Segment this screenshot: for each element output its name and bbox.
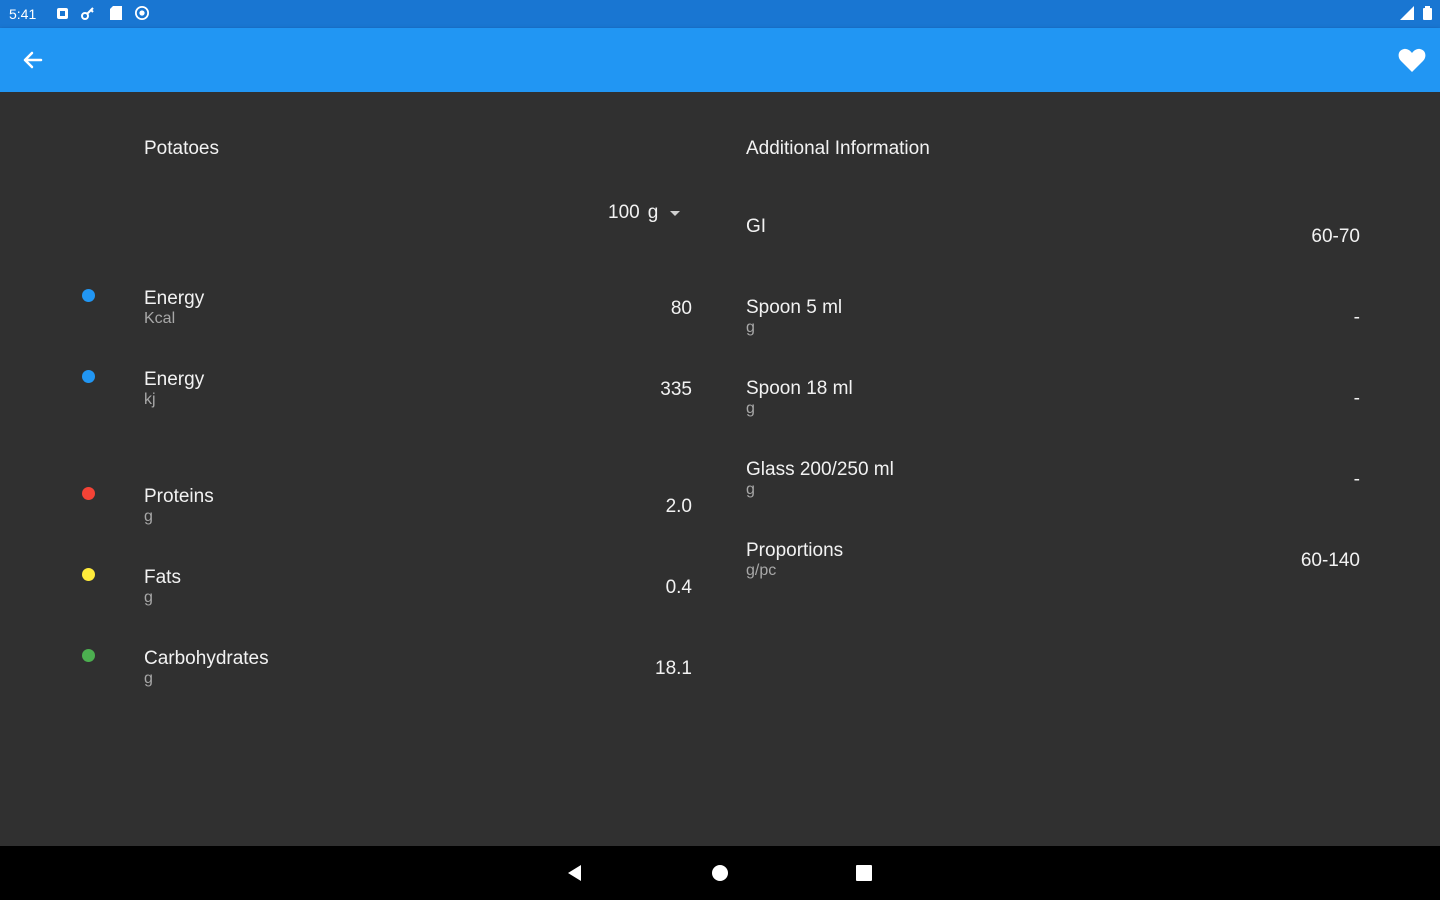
nutrient-row-fats: Fats g 0.4 (0, 567, 720, 627)
signal-icon (1400, 6, 1414, 20)
nutrient-value: 80 (670, 298, 692, 319)
color-dot (82, 568, 95, 581)
food-title: Potatoes (144, 138, 219, 159)
system-nav-bar (0, 846, 1440, 900)
info-unit: g (746, 400, 755, 417)
nav-back-button[interactable] (562, 860, 588, 886)
nutrient-value: 335 (660, 379, 692, 400)
nav-recents-button[interactable] (851, 860, 877, 886)
info-unit: g (746, 481, 755, 498)
info-row-spoon-5ml: Spoon 5 ml g - (746, 297, 1360, 357)
favorite-button[interactable] (1394, 42, 1430, 78)
status-bar: 5:41 (0, 0, 1440, 28)
info-row-gi: GI 60-70 (746, 216, 1360, 276)
info-value: - (1353, 469, 1360, 490)
info-value: - (1353, 388, 1360, 409)
nutrient-row-carbohydrates: Carbohydrates g 18.1 (0, 648, 720, 708)
nutrient-label: Proteins (144, 486, 214, 507)
sync-icon (135, 6, 149, 20)
nutrient-row-energy-kcal: Energy Kcal 80 (0, 288, 720, 348)
app-bar (0, 28, 1440, 92)
color-dot (82, 487, 95, 500)
food-details: Potatoes 100 g Energy Kcal 80 Energy kj … (0, 92, 1440, 846)
nutrient-label: Fats (144, 567, 181, 588)
info-value: 60-140 (1300, 550, 1360, 571)
info-unit: g/pc (746, 562, 777, 579)
battery-icon (1420, 6, 1434, 20)
info-row-glass: Glass 200/250 ml g - (746, 459, 1360, 519)
additional-info-title: Additional Information (746, 138, 930, 159)
color-dot (82, 649, 95, 662)
nutrient-value: 18.1 (655, 658, 692, 679)
info-value: - (1353, 307, 1360, 328)
nutrient-unit: Kcal (144, 310, 176, 327)
color-dot (82, 370, 95, 383)
nutrient-label: Energy (144, 369, 205, 390)
heart-icon (1398, 48, 1426, 72)
info-label: Spoon 18 ml (746, 378, 853, 399)
recents-square-icon (856, 865, 872, 881)
back-button[interactable] (14, 42, 50, 78)
info-label: Glass 200/250 ml (746, 459, 894, 480)
info-label: Proportions (746, 540, 844, 561)
arrow-back-icon (23, 51, 43, 69)
amount-value: 100 (608, 202, 640, 223)
info-unit: g (746, 319, 755, 336)
nutrient-label: Carbohydrates (144, 648, 269, 669)
back-triangle-icon (568, 865, 581, 881)
info-value: 60-70 (1311, 226, 1360, 247)
amount-unit: g (647, 202, 659, 223)
nutrient-row-energy-kj: Energy kj 335 (0, 369, 720, 429)
nav-home-button[interactable] (707, 860, 733, 886)
color-dot (82, 289, 95, 302)
nutrient-value: 2.0 (665, 496, 692, 517)
nutrient-unit: g (144, 508, 153, 525)
sd-card-icon (109, 6, 123, 20)
chevron-down-icon (670, 210, 681, 216)
home-circle-icon (712, 865, 728, 881)
info-row-spoon-18ml: Spoon 18 ml g - (746, 378, 1360, 438)
status-time: 5:41 (9, 6, 37, 22)
nutrient-row-proteins: Proteins g 2.0 (0, 486, 720, 546)
nutrient-unit: g (144, 589, 153, 606)
nutrient-unit: g (144, 670, 153, 687)
info-label: Spoon 5 ml (746, 297, 843, 318)
nutrient-unit: kj (144, 391, 156, 408)
amount-selector[interactable]: 100 g (608, 200, 681, 226)
nutrient-value: 0.4 (665, 577, 692, 598)
info-label: GI (746, 216, 767, 237)
notification-icon (55, 6, 69, 20)
key-icon (81, 6, 95, 20)
info-row-proportions: Proportions g/pc 60-140 (746, 540, 1360, 600)
nutrient-label: Energy (144, 288, 205, 309)
